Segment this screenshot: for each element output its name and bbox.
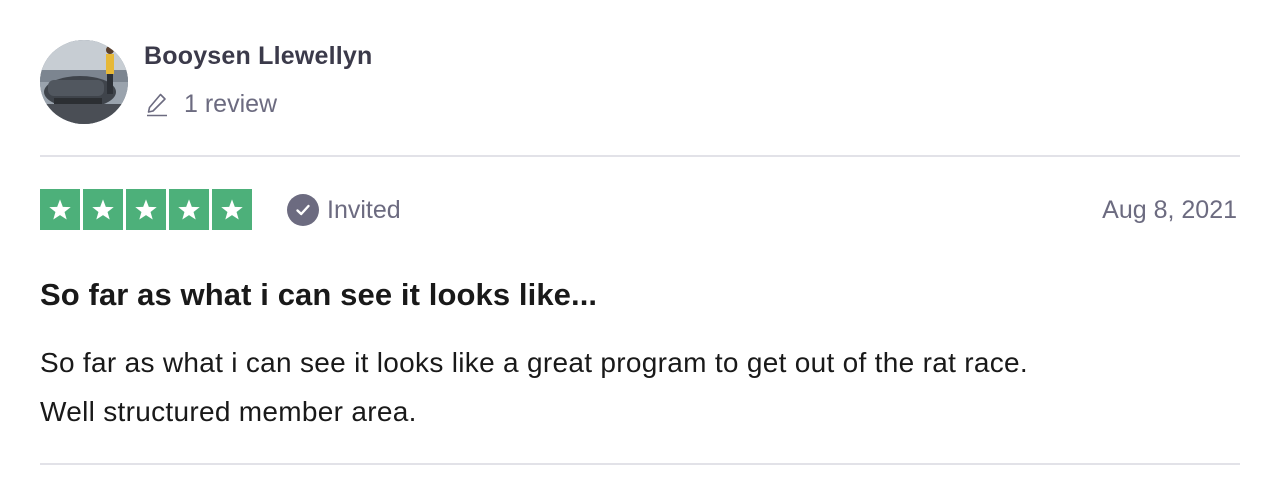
- reviewer-name[interactable]: Booysen Llewellyn: [144, 40, 372, 72]
- star-icon: [83, 189, 123, 230]
- reviewer-review-count: 1 review: [144, 88, 277, 120]
- review-count-label: 1 review: [184, 89, 278, 118]
- invited-label: Invited: [327, 195, 401, 224]
- footer-divider: [40, 463, 1240, 465]
- reviewer-avatar[interactable]: [40, 40, 128, 124]
- star-icon: [169, 189, 209, 230]
- header-divider: [40, 155, 1240, 157]
- rating-row: Invited Aug 8, 2021: [40, 189, 1240, 231]
- star-icon: [40, 189, 80, 230]
- review-body-line: Well structured member area.: [40, 396, 417, 427]
- pencil-icon: [144, 91, 170, 117]
- review-date: Aug 8, 2021: [1102, 196, 1237, 224]
- star-icon: [212, 189, 252, 230]
- reviewer-header: Booysen Llewellyn 1 review: [40, 40, 740, 128]
- invited-badge[interactable]: Invited: [287, 193, 401, 227]
- star-icon: [126, 189, 166, 230]
- star-rating: [40, 189, 252, 230]
- avatar-photo: [40, 40, 128, 124]
- review-card: Booysen Llewellyn 1 review Invited Aug 8…: [40, 0, 1240, 478]
- review-body-line: So far as what i can see it looks like a…: [40, 347, 1028, 378]
- review-title[interactable]: So far as what i can see it looks like..…: [40, 273, 597, 317]
- review-body: So far as what i can see it looks like a…: [40, 338, 1240, 436]
- check-circle-icon: [287, 194, 319, 226]
